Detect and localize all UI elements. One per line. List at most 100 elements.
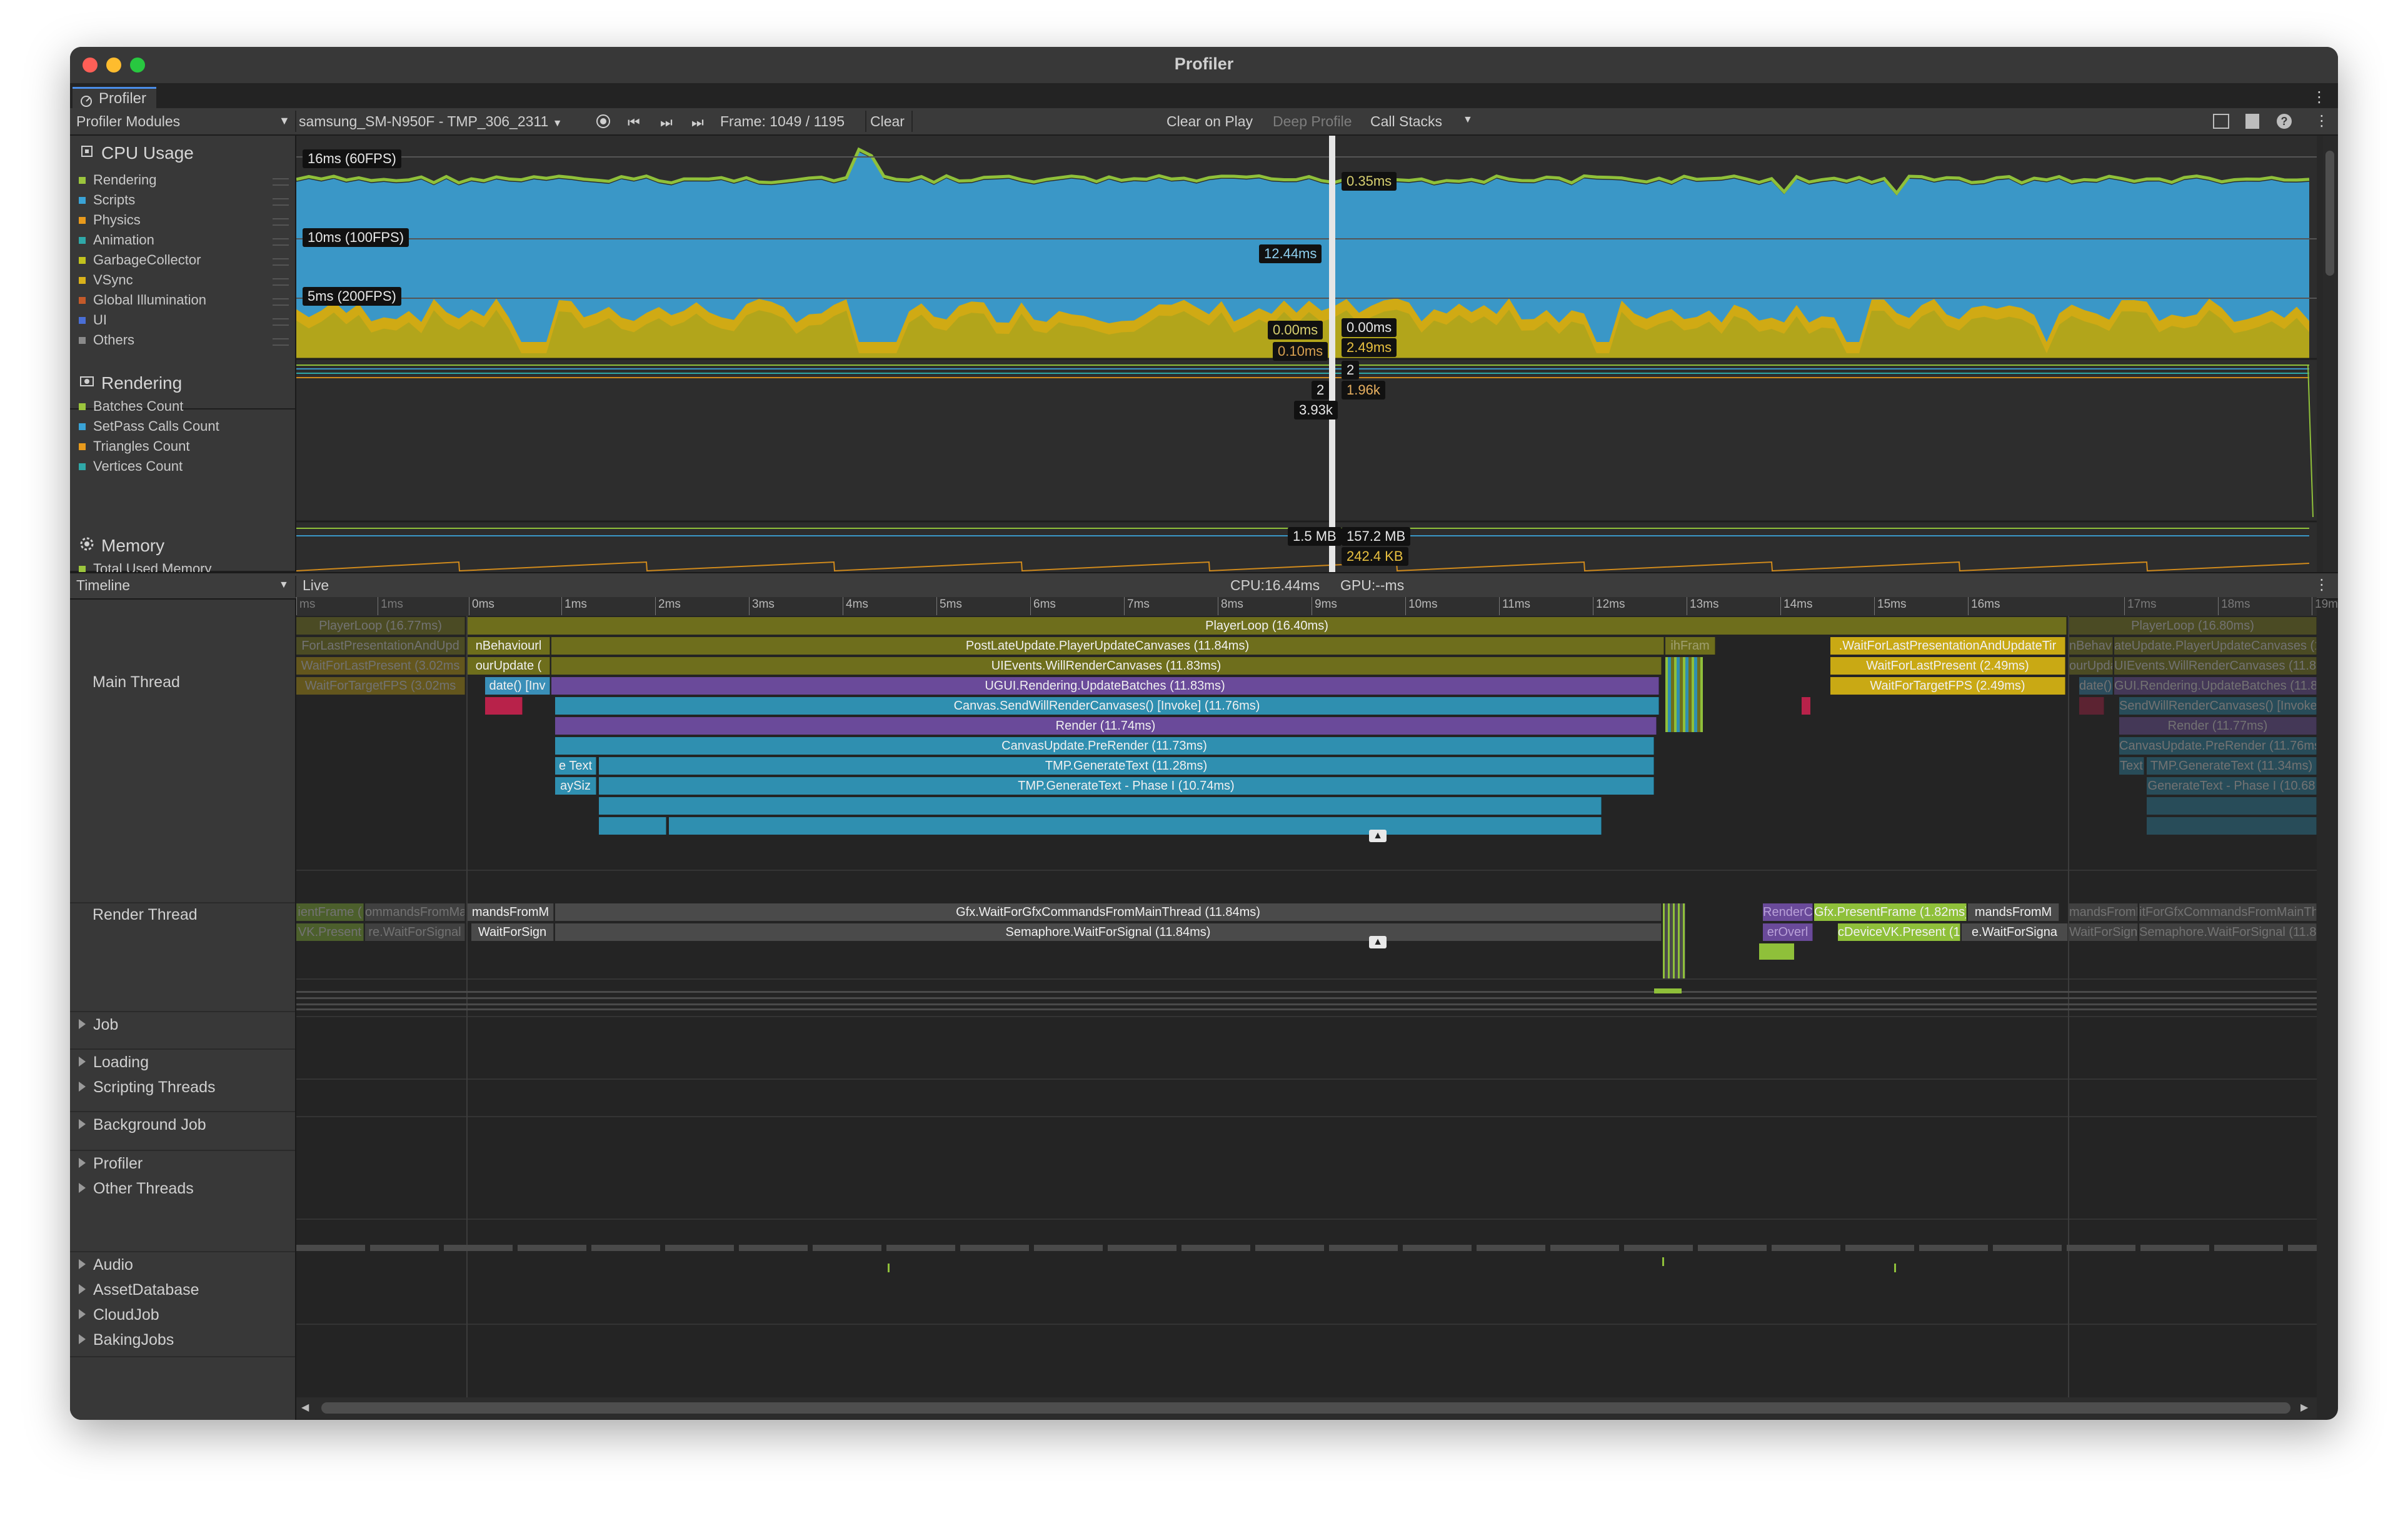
legend-item[interactable]: VSync — [79, 272, 133, 288]
profiler-sample[interactable] — [1759, 943, 1794, 960]
profiler-sample[interactable]: e.WaitForSigna — [1962, 923, 2068, 941]
selected-frame-marker[interactable] — [1329, 136, 1335, 572]
profiler-sample[interactable]: re.WaitForSignal — [365, 923, 465, 941]
legend-item[interactable]: Animation — [79, 232, 154, 248]
thread-group-audio[interactable]: Audio — [79, 1256, 133, 1274]
legend-item[interactable]: UI — [79, 312, 107, 328]
thread-group-other[interactable]: Other Threads — [79, 1180, 194, 1198]
collapse-thread-button[interactable]: ▲ — [1369, 936, 1387, 948]
profiler-sample[interactable]: ientFrame ( — [296, 903, 364, 921]
profiler-sample[interactable] — [599, 797, 1602, 815]
profiler-sample[interactable]: date() [Inv — [485, 677, 550, 695]
profiler-sample[interactable]: nBehaviourl — [468, 637, 550, 655]
thread-group-background-job[interactable]: Background Job — [79, 1116, 206, 1134]
profiler-sample[interactable]: TMP.GenerateText (11.28ms) — [599, 757, 1654, 775]
scroll-left-icon[interactable]: ◀ — [301, 1401, 309, 1414]
tab-menu-kebab-icon[interactable]: ⋮ — [2312, 88, 2327, 106]
last-frame-icon[interactable]: ⏭ — [691, 114, 704, 131]
profiler-sample[interactable]: e Text — [555, 757, 596, 775]
profiler-sample[interactable]: PlayerLoop (16.80ms) — [2069, 617, 2317, 635]
attach-target-dropdown[interactable]: samsung_SM-N950F - TMP_306_2311 ▼ — [299, 113, 563, 130]
legend-item[interactable]: Rendering — [79, 172, 157, 188]
legend-item[interactable]: Vertices Count — [79, 458, 183, 475]
profiler-sample[interactable]: WaitForLastPresent (3.02ms — [296, 657, 465, 675]
time-ruler[interactable]: ms 1ms 0ms 1ms 2ms 3ms 4ms 5ms 6ms 7ms 8ms 9ms 10ms 1… — [296, 597, 2338, 616]
profiler-sample[interactable] — [669, 817, 1602, 835]
memory-module-title[interactable]: Memory — [101, 536, 164, 556]
profiler-sample[interactable]: WaitForLastPresent (2.49ms) — [1830, 657, 2065, 675]
profiler-sample[interactable]: itForGfxCommandsFromMainThread (1 — [2139, 903, 2317, 921]
thread-group-loading[interactable]: Loading — [79, 1053, 149, 1072]
profiler-sample[interactable]: UIEvents.WillRenderCanvases (11.86ms — [2114, 657, 2317, 675]
drag-handle-icon[interactable] — [273, 178, 289, 186]
first-frame-icon[interactable]: ⏮ — [628, 114, 640, 131]
profiler-sample[interactable]: PlayerLoop (16.40ms) — [468, 617, 2067, 635]
timeline-menu-kebab-icon[interactable]: ⋮ — [2314, 576, 2329, 594]
legend-item[interactable]: Others — [79, 332, 134, 348]
profiler-sample[interactable]: cDeviceVK.Present (1.57r — [1838, 923, 1960, 941]
save-icon[interactable] — [2245, 114, 2259, 129]
clear-on-play-button[interactable]: Clear on Play — [1166, 113, 1253, 130]
profiler-sample[interactable]: RenderC — [1763, 903, 1813, 921]
job-sample[interactable] — [1654, 988, 1682, 993]
profiler-sample[interactable]: ourUpdate ( — [468, 657, 550, 675]
drag-handle-icon[interactable] — [273, 298, 289, 306]
profiler-sample[interactable]: erOverl — [1763, 923, 1813, 941]
charts-scrollbar-thumb[interactable] — [2325, 151, 2334, 276]
profiler-sample[interactable] — [2147, 817, 2317, 835]
drag-handle-icon[interactable] — [273, 238, 289, 246]
profiler-sample[interactable]: UIEvents.WillRenderCanvases (11.83ms) — [551, 657, 1662, 675]
thread-group-job[interactable]: Job — [79, 1016, 118, 1034]
legend-item[interactable]: SetPass Calls Count — [79, 418, 219, 435]
profiler-sample[interactable]: mandsFromM — [1968, 903, 2059, 921]
profiler-sample[interactable]: Semaphore.WaitForSignal (11.84ms) — [555, 923, 1662, 941]
profiler-sample[interactable]: date() [Inv — [2079, 677, 2113, 695]
profiler-sample[interactable]: SendWillRenderCanvases() [Invoke] (1 — [2119, 697, 2317, 715]
legend-item[interactable]: Physics — [79, 212, 141, 228]
audio-sample[interactable] — [1662, 1257, 1664, 1266]
thread-group-assetdatabase[interactable]: AssetDatabase — [79, 1281, 199, 1299]
profiler-sample[interactable]: TMP.GenerateText - Phase I (10.74ms) — [599, 777, 1654, 795]
profiler-sample[interactable] — [485, 697, 523, 715]
rendering-module-title[interactable]: Rendering — [101, 373, 182, 393]
profiler-sample[interactable]: WaitForSign — [471, 923, 554, 941]
help-icon[interactable]: ? — [2277, 114, 2292, 129]
module-charts-area[interactable]: 16ms (60FPS) 10ms (100FPS) 5ms (200FPS) … — [296, 136, 2317, 572]
profiler-sample[interactable]: Render (11.74ms) — [555, 717, 1657, 735]
thread-group-cloudjob[interactable]: CloudJob — [79, 1306, 159, 1324]
timeline-scrollbar[interactable]: ◀ ▶ — [296, 1397, 2317, 1419]
legend-item[interactable]: Batches Count — [79, 398, 183, 415]
profiler-sample[interactable]: ommandsFromMa — [365, 903, 465, 921]
profiler-sample[interactable]: UGUI.Rendering.UpdateBatches (11.83ms) — [551, 677, 1659, 695]
profiler-modules-dropdown[interactable]: Profiler Modules — [76, 113, 180, 130]
audio-thread-samples[interactable] — [296, 1245, 2317, 1251]
profiler-sample[interactable]: TMP.GenerateText (11.34ms) — [2147, 757, 2317, 775]
profiler-sample[interactable] — [1802, 697, 1810, 715]
profiler-sample[interactable]: ourUpdate ( — [2069, 657, 2113, 675]
profiler-sample[interactable]: Canvas.SendWillRenderCanvases() [Invoke]… — [555, 697, 1659, 715]
load-icon[interactable] — [2213, 114, 2229, 129]
profiler-sample-cluster[interactable] — [1663, 903, 1685, 978]
profiler-sample[interactable]: aySiz — [555, 777, 596, 795]
profiler-sample[interactable]: CanvasUpdate.PreRender (11.76ms) — [2119, 737, 2317, 755]
collapse-thread-button[interactable]: ▲ — [1369, 830, 1387, 842]
profiler-sample[interactable]: ihFram — [1665, 637, 1715, 655]
profiler-sample[interactable] — [599, 817, 666, 835]
view-mode-dropdown[interactable]: Timeline — [76, 577, 130, 594]
profiler-sample-cluster[interactable] — [1665, 657, 1703, 732]
profiler-sample[interactable] — [2079, 697, 2104, 715]
profiler-sample[interactable]: CanvasUpdate.PreRender (11.73ms) — [555, 737, 1654, 755]
profiler-sample[interactable]: .WaitForLastPresentationAndUpdateTir — [1830, 637, 2065, 655]
scroll-right-icon[interactable]: ▶ — [2300, 1401, 2308, 1414]
next-frame-icon[interactable]: ⏭ — [660, 114, 673, 131]
charts-scrollbar[interactable] — [2323, 136, 2337, 572]
profiler-sample[interactable] — [2147, 797, 2317, 815]
audio-sample[interactable] — [888, 1264, 890, 1272]
thread-render[interactable]: Render Thread — [93, 906, 198, 924]
profiler-sample[interactable]: Gfx.PresentFrame (1.82ms) — [1814, 903, 1967, 921]
timeline-scrollbar-thumb[interactable] — [321, 1402, 2290, 1414]
profiler-sample[interactable]: VK.Present — [296, 923, 364, 941]
profiler-sample[interactable]: mandsFromM — [2069, 903, 2138, 921]
cpu-usage-module-title[interactable]: CPU Usage — [101, 143, 194, 163]
profiler-sample[interactable]: Semaphore.WaitForSignal (11.87ms) — [2139, 923, 2317, 941]
